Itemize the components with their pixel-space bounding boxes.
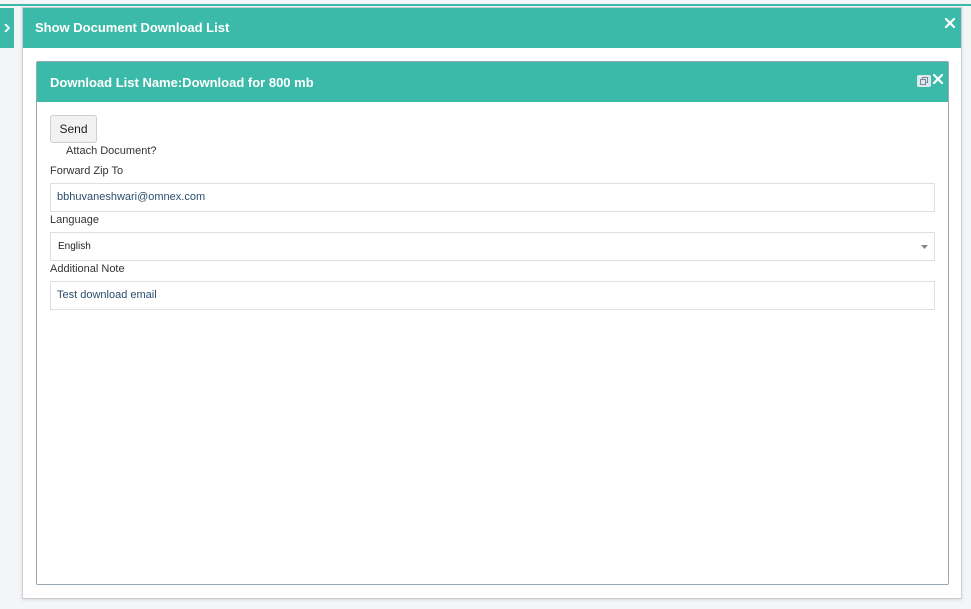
close-icon[interactable]	[932, 73, 944, 85]
download-list-dialog: Show Document Download List Download Lis…	[22, 7, 962, 599]
side-expand-tab[interactable]	[0, 8, 14, 48]
restore-window-icon[interactable]	[917, 75, 931, 87]
panel-title: Download List Name:Download for 800 mb	[50, 75, 314, 90]
attach-document-label: Attach Document?	[66, 145, 157, 157]
language-selected-value: English	[58, 241, 91, 252]
additional-note-input[interactable]: Test download email	[50, 281, 935, 310]
additional-note-label: Additional Note	[50, 263, 125, 275]
dialog-title: Show Document Download List	[35, 20, 230, 35]
close-icon[interactable]	[943, 16, 957, 30]
panel-header: Download List Name:Download for 800 mb	[37, 62, 948, 102]
language-select[interactable]: English	[50, 232, 935, 261]
top-accent-line	[0, 4, 971, 6]
dialog-header: Show Document Download List	[23, 8, 961, 48]
download-list-panel: Download List Name:Download for 800 mb S…	[36, 61, 949, 585]
chevron-down-icon	[921, 245, 928, 249]
chevron-right-icon	[4, 24, 10, 32]
forward-zip-label: Forward Zip To	[50, 165, 124, 177]
language-label: Language	[50, 214, 99, 226]
send-button[interactable]: Send	[50, 115, 97, 143]
forward-zip-input[interactable]: bbhuvaneshwari@omnex.com	[50, 183, 935, 212]
